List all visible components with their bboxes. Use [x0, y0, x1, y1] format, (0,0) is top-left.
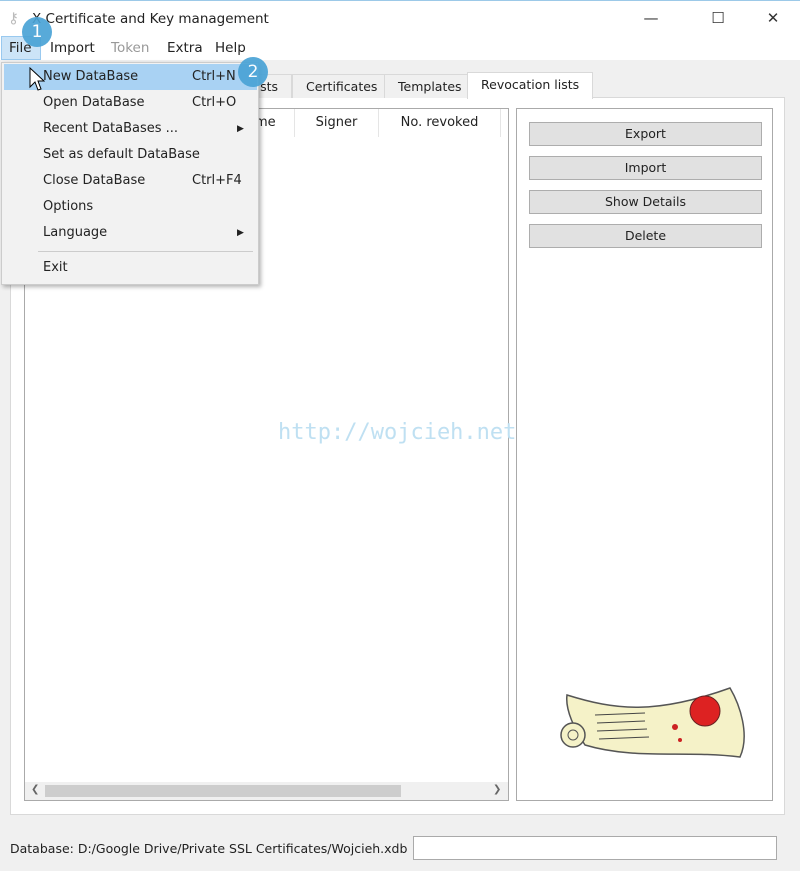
menu-extra[interactable]: Extra — [167, 40, 203, 56]
menu-bar: File Import Token Extra Help — [0, 36, 800, 60]
mouse-cursor-icon — [29, 67, 45, 91]
watermark: http://wojcieh.net — [278, 420, 517, 445]
menu-import[interactable]: Import — [50, 40, 95, 56]
status-field — [413, 836, 777, 860]
show-details-button[interactable]: Show Details — [529, 190, 762, 214]
menu-item-set-default-database[interactable]: Set as default DataBase — [4, 142, 257, 168]
step-badge-2: 2 — [238, 57, 268, 87]
scroll-right-icon[interactable]: ❯ — [493, 784, 501, 795]
window-title: X Certificate and Key management — [32, 11, 269, 27]
submenu-arrow-icon: ▶ — [237, 124, 244, 134]
minimize-button[interactable]: — — [628, 1, 674, 35]
menu-item-open-database[interactable]: Open DataBase Ctrl+O — [4, 90, 257, 116]
scroll-left-icon[interactable]: ❮ — [31, 784, 39, 795]
menu-item-close-database[interactable]: Close DataBase Ctrl+F4 — [4, 168, 257, 194]
menu-help[interactable]: Help — [215, 40, 246, 56]
column-header-revoked[interactable]: No. revoked — [379, 109, 501, 137]
step-badge-1: 1 — [22, 17, 52, 47]
tab-certificates[interactable]: Certificates — [292, 74, 392, 98]
status-database: Database: D:/Google Drive/Private SSL Ce… — [10, 841, 408, 856]
title-bar: ⚷ X Certificate and Key management — ☐ ✕ — [0, 0, 800, 36]
menu-item-recent-databases[interactable]: Recent DataBases ... ▶ — [4, 116, 257, 142]
delete-button[interactable]: Delete — [529, 224, 762, 248]
horizontal-scrollbar[interactable]: ❮ ❯ — [25, 782, 508, 800]
column-header-signer[interactable]: Signer — [295, 109, 379, 137]
scrollbar-thumb[interactable] — [45, 785, 401, 797]
menu-item-exit[interactable]: Exit — [4, 255, 257, 281]
menu-item-options[interactable]: Options — [4, 194, 257, 220]
action-panel: Export Import Show Details Delete — [516, 108, 773, 801]
menu-item-language[interactable]: Language ▶ — [4, 220, 257, 246]
menu-token[interactable]: Token — [111, 40, 149, 56]
submenu-arrow-icon: ▶ — [237, 228, 244, 238]
app-key-icon: ⚷ — [8, 9, 19, 27]
revocation-scroll-image — [560, 687, 745, 758]
file-menu-dropdown: New DataBase Ctrl+N Open DataBase Ctrl+O R… — [1, 62, 259, 285]
maximize-button[interactable]: ☐ — [695, 1, 741, 35]
import-button[interactable]: Import — [529, 156, 762, 180]
tab-revocation-lists[interactable]: Revocation lists — [467, 72, 594, 99]
tab-templates[interactable]: Templates — [384, 74, 476, 98]
menu-separator — [38, 251, 253, 252]
export-button[interactable]: Export — [529, 122, 762, 146]
close-button[interactable]: ✕ — [750, 1, 796, 35]
